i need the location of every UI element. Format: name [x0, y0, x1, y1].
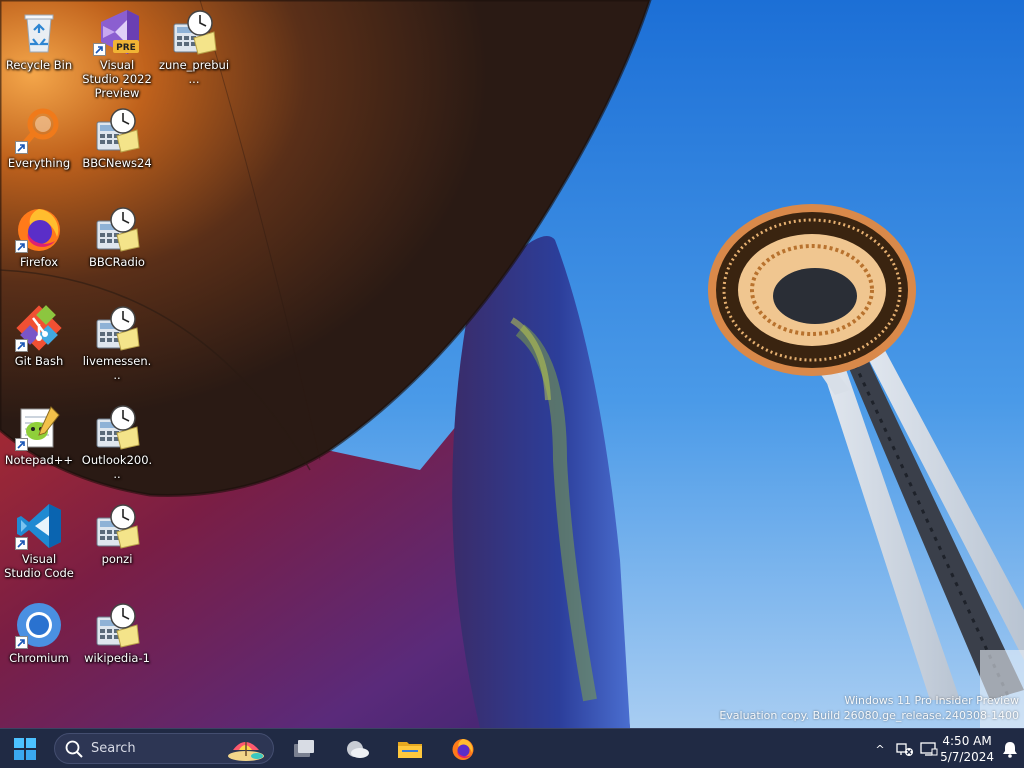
desktop-icon-label: Git Bash	[14, 354, 64, 368]
desktop-icon-visual-studio-preview[interactable]: PRE Visual Studio 2022 Preview	[79, 2, 155, 100]
desktop-icon-label: livemessen...	[82, 354, 152, 382]
chromium-icon	[15, 601, 63, 649]
pre-badge: PRE	[116, 43, 136, 53]
desktop-icon-wikipedia-1[interactable]: wikipedia-1	[79, 595, 155, 665]
shortcut-arrow-icon	[15, 240, 28, 253]
calc-clock-icon	[93, 403, 141, 451]
shortcut-arrow-icon	[15, 339, 28, 352]
desktop-icon-grid: Recycle Bin PRE Visual Studio 2022 Previ…	[0, 0, 240, 700]
watermark-build: Evaluation copy. Build 26080.ge_release.…	[719, 709, 1019, 722]
search-icon	[65, 740, 83, 758]
firefox-icon	[452, 739, 474, 760]
calc-clock-icon	[93, 106, 141, 154]
taskbar: Search ^ 4:50 AM 5/7/2024	[0, 728, 1024, 768]
clock-time: 4:50 AM	[942, 734, 992, 748]
desktop-icon-bbcnews24[interactable]: BBCNews24	[79, 100, 155, 170]
file-explorer-icon	[398, 742, 422, 758]
taskbar-clock[interactable]: 4:50 AM 5/7/2024	[940, 733, 994, 765]
desktop-icon-vscode[interactable]: Visual Studio Code	[1, 496, 77, 580]
desktop-icon-recycle-bin[interactable]: Recycle Bin	[1, 2, 77, 72]
desktop-icon-label: BBCNews24	[82, 156, 152, 170]
calc-clock-icon	[93, 304, 141, 352]
notepad-plus-plus-icon	[15, 403, 63, 451]
task-view-button[interactable]	[288, 733, 320, 765]
desktop-icon-outlook2007[interactable]: Outlook200...	[79, 397, 155, 481]
desktop-icon-label: Recycle Bin	[5, 58, 73, 72]
network-disconnected-icon	[896, 743, 913, 756]
shortcut-arrow-icon	[15, 636, 28, 649]
desktop-icon-chromium[interactable]: Chromium	[1, 595, 77, 665]
desktop-icon-git-bash[interactable]: Git Bash	[1, 298, 77, 368]
shortcut-arrow-icon	[15, 141, 28, 154]
desktop-icon-everything[interactable]: Everything	[1, 100, 77, 170]
calc-clock-icon	[170, 8, 218, 56]
file-explorer-button[interactable]	[394, 733, 426, 765]
desktop-icon-livemessenger[interactable]: livemessen...	[79, 298, 155, 382]
calc-clock-icon	[93, 205, 141, 253]
desktop-icon-label: Everything	[7, 156, 71, 170]
monitor-icon	[920, 742, 938, 756]
watermark-edition: Windows 11 Pro Insider Preview	[844, 694, 1019, 707]
desktop-icon-label: ponzi	[101, 552, 133, 566]
desktop-icon-label: Visual Studio Code	[4, 552, 74, 580]
widgets-icon	[347, 741, 369, 758]
taskbar-search-box[interactable]: Search	[54, 733, 274, 764]
taskbar-firefox-button[interactable]	[447, 733, 479, 765]
desktop-icon-label: zune_prebui...	[158, 58, 230, 86]
firefox-icon	[15, 205, 63, 253]
chevron-up-icon: ^	[875, 742, 885, 756]
bell-icon	[1003, 742, 1017, 758]
clock-date: 5/7/2024	[940, 750, 994, 764]
desktop-icon-notepad-plus-plus[interactable]: Notepad++	[1, 397, 77, 467]
desktop-icon-label: Outlook200...	[81, 453, 153, 481]
widgets-button[interactable]	[341, 733, 373, 765]
visual-studio-preview-icon: PRE	[93, 8, 141, 56]
recycle-bin-icon	[15, 8, 63, 56]
start-button[interactable]	[9, 733, 41, 765]
calc-clock-icon	[93, 601, 141, 649]
notifications-button[interactable]	[996, 733, 1024, 765]
task-view-icon	[294, 740, 314, 757]
search-highlight-beach-icon	[228, 742, 264, 761]
desktop-icon-label: Firefox	[19, 255, 59, 269]
search-placeholder: Search	[91, 741, 136, 756]
desktop-icon-bbcradio[interactable]: BBCRadio	[79, 199, 155, 269]
shortcut-arrow-icon	[15, 438, 28, 451]
git-icon	[15, 304, 63, 352]
magnifier-icon	[15, 106, 63, 154]
start-icon	[14, 738, 36, 760]
shortcut-arrow-icon	[93, 43, 106, 56]
desktop-icon-label: wikipedia-1	[84, 651, 150, 665]
shortcut-arrow-icon	[15, 537, 28, 550]
desktop-icon-firefox[interactable]: Firefox	[1, 199, 77, 269]
calc-clock-icon	[93, 502, 141, 550]
desktop-icon-label: Visual Studio 2022 Preview	[82, 58, 152, 100]
desktop-icon-ponzi[interactable]: ponzi	[79, 496, 155, 566]
vscode-icon	[15, 502, 63, 550]
desktop-icon-label: Notepad++	[4, 453, 74, 467]
desktop-icon-zune-prebuild[interactable]: zune_prebui...	[156, 2, 232, 86]
desktop-icon-label: BBCRadio	[89, 255, 145, 269]
desktop-icon-label: Chromium	[9, 651, 69, 665]
windows-evaluation-watermark: Windows 11 Pro Insider Preview Evaluatio…	[719, 693, 1019, 723]
